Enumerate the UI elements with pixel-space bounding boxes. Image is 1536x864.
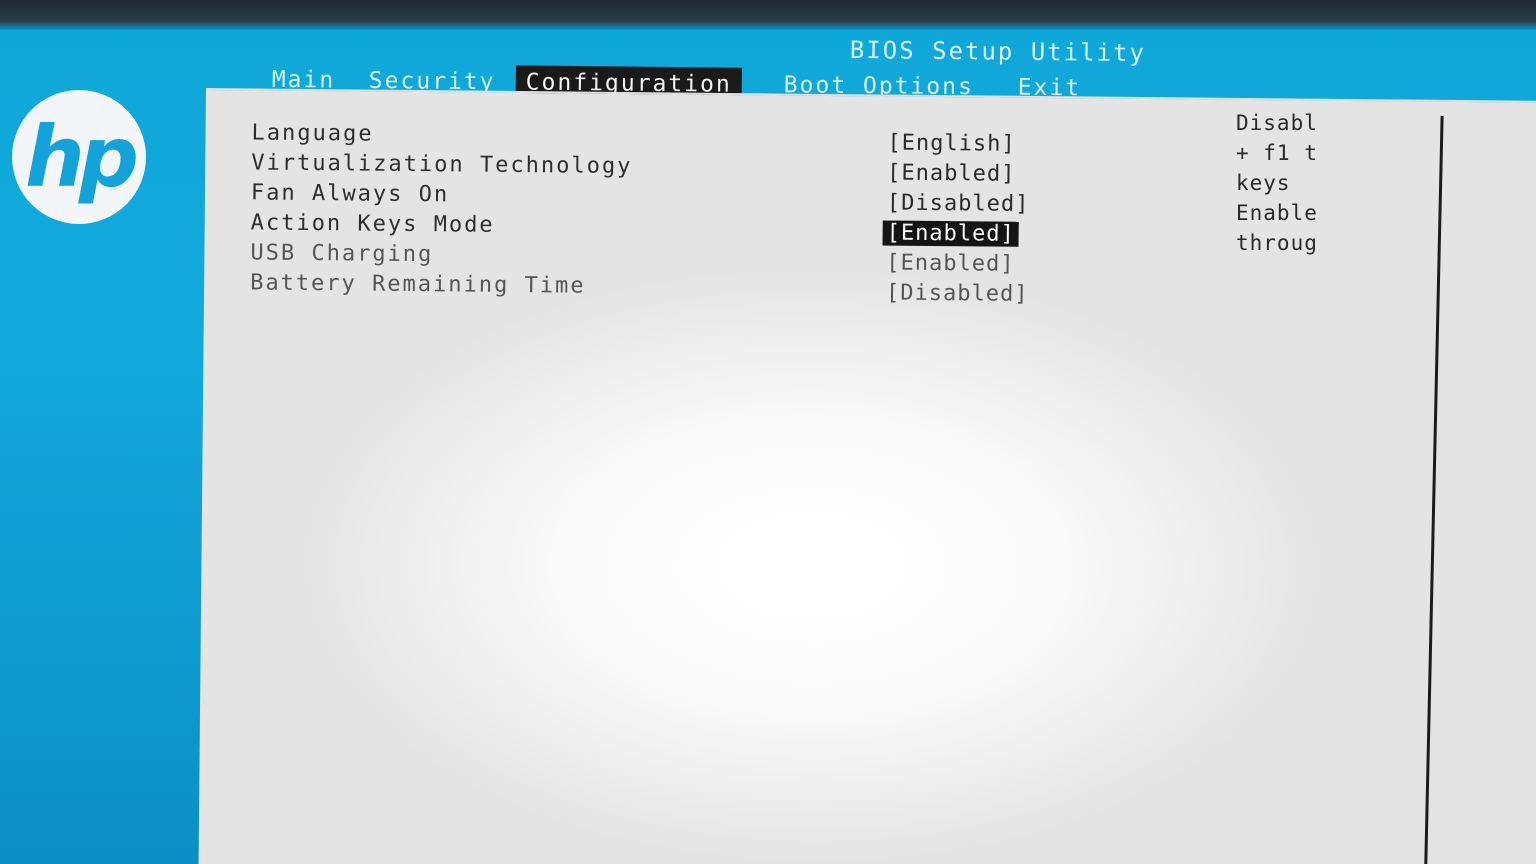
hp-logo-text: hp (25, 108, 139, 206)
setting-value[interactable]: [Enabled] (883, 161, 1019, 187)
help-line: Disabl (1236, 111, 1318, 135)
monitor-bezel (0, 0, 1536, 30)
help-text: Disabl + f1 t keys Enable throug (1236, 108, 1346, 258)
setting-value[interactable]: [Enabled] (882, 251, 1018, 277)
hp-logo: hp (12, 90, 146, 224)
setting-value[interactable]: [Disabled] (883, 191, 1034, 217)
setting-value[interactable]: [English] (883, 131, 1019, 157)
page-title: BIOS Setup Utility (849, 36, 1147, 68)
setting-label: Language (251, 120, 374, 147)
help-line: Enable (1236, 201, 1318, 225)
bios-screen: BIOS Setup Utility Main Security Configu… (0, 0, 1536, 864)
help-line: throug (1236, 231, 1318, 255)
settings-list: Language [English] Virtualization Techno… (250, 120, 1102, 308)
help-line: + f1 t (1236, 141, 1318, 165)
setting-value-selected[interactable]: [Enabled] (882, 220, 1019, 247)
setting-value[interactable]: [Disabled] (882, 280, 1033, 307)
setting-label: USB Charging (250, 240, 434, 268)
help-line: keys (1236, 171, 1291, 195)
setting-label: Action Keys Mode (250, 210, 495, 238)
setting-label: Virtualization Technology (251, 150, 633, 180)
help-divider (1423, 115, 1444, 864)
setting-label: Fan Always On (250, 180, 450, 208)
setting-label: Battery Remaining Time (250, 270, 586, 299)
